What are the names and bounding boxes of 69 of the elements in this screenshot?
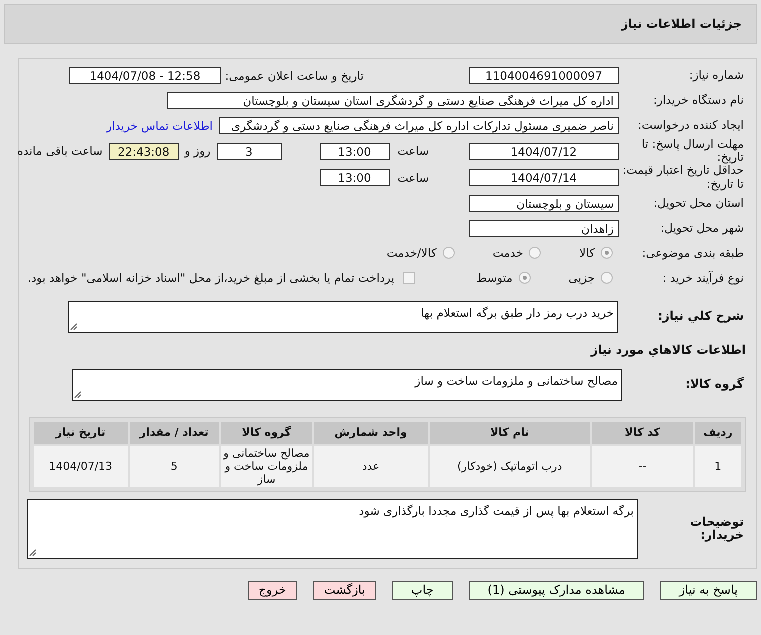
field-label: شرح کلي نياز:: [657, 310, 745, 324]
field-label: ساعت باقی مانده: [18, 144, 103, 158]
field-label: توضیحات خریدار:: [689, 516, 745, 544]
field-label: نوع فرآیند خرید :: [662, 272, 745, 285]
description-text: خرید درب رمز دار طبق برگه استعلام بها: [421, 306, 614, 320]
column-header: کد کالا: [592, 422, 694, 444]
announce-date-field: 1404/07/08 - 12:58: [69, 67, 222, 84]
field-label: استان محل تحویل:: [652, 196, 745, 210]
column-header: گروه کالا: [221, 422, 312, 444]
need-number-field: 1104004691000097: [469, 67, 619, 84]
city-field: زاهدان: [469, 220, 619, 237]
resize-grip-icon: [70, 322, 78, 331]
option-label: خدمت: [492, 246, 524, 260]
option-label: کالا: [579, 246, 595, 260]
field-label: ساعت: [398, 144, 429, 158]
requester-field: ناصر ضمیری مسئول تدارکات اداره کل میراث فرهنگی صنایع دستی و گردشگری: [219, 117, 619, 134]
option-label: متوسط: [476, 271, 513, 286]
column-header: واحد شمارش: [314, 422, 428, 444]
resize-grip-icon: [29, 549, 37, 558]
action-button[interactable]: پاسخ به نیاز: [660, 581, 757, 600]
action-button[interactable]: چاپ: [392, 581, 453, 600]
radio-button[interactable]: [518, 272, 531, 284]
radio-button[interactable]: [601, 247, 613, 260]
option-label: کالا/خدمت: [386, 246, 437, 260]
option-label: جزیی: [568, 271, 595, 286]
field-label: گروه کالا:: [684, 378, 745, 392]
field-label: تاریخ و ساعت اعلان عمومی:: [225, 68, 364, 82]
province-field: سیستان و بلوچستان: [469, 194, 619, 212]
page-title: جزئیات اطلاعات نیاز: [621, 17, 742, 31]
field-label: شهر محل تحویل:: [660, 222, 745, 235]
field-label: مهلت ارسال پاسخ: تا تاریخ:: [640, 138, 745, 164]
buyer-notes-text: برگه استعلام بها پس از قیمت گذاری مجددا بارگذاری شود: [359, 504, 634, 518]
table-cell: 1404/07/13: [34, 446, 128, 488]
checkbox[interactable]: [402, 272, 415, 284]
field-label: طبقه بندی موضوعی:: [641, 246, 745, 260]
table-cell: 1: [695, 446, 741, 488]
column-header: تاریخ نیاز: [34, 422, 128, 444]
deadline-time-field: 13:00: [320, 142, 390, 160]
validity-date-field: 1404/07/14: [469, 169, 619, 186]
action-button[interactable]: مشاهده مدارک پیوستی (1): [468, 581, 644, 600]
action-button[interactable]: خروج: [248, 581, 298, 600]
table-cell: عدد: [314, 446, 428, 488]
column-header: تعداد / مقدار: [130, 422, 219, 444]
countdown-field: 22:43:08: [108, 142, 179, 160]
table-cell: درب اتوماتیک (خودکار): [430, 446, 590, 488]
action-button[interactable]: بازگشت: [313, 581, 376, 600]
column-header: ردیف: [695, 422, 741, 444]
field-label: ایجاد کننده درخواست:: [637, 118, 745, 132]
column-header: نام کالا: [430, 422, 590, 444]
field-label: شماره نیاز:: [688, 68, 745, 82]
contact-link[interactable]: اطلاعات تماس خریدار: [106, 118, 213, 132]
field-label: حداقل تاریخ اعتبار قیمت: تا تاریخ:: [622, 164, 745, 191]
goods-group-text: مصالح ساختمانی و ملزومات ساخت و ساز: [415, 374, 618, 388]
buyer-org-field: اداره کل میراث فرهنگی صنایع دستی و گردشگری استان سیستان و بلوچستان: [167, 92, 619, 109]
days-field: 3: [216, 142, 282, 160]
field-label: نام دستگاه خریدار:: [652, 94, 745, 108]
validity-time-field: 13:00: [320, 169, 390, 186]
radio-button[interactable]: [442, 247, 455, 260]
field-label: روز و: [184, 144, 211, 158]
radio-button[interactable]: [601, 272, 613, 284]
payment-note: پرداخت تمام یا بخشی از مبلغ خرید،از محل "اسناد خزانه اسلامی" خواهد بود.: [28, 271, 395, 286]
field-label: ساعت: [398, 170, 429, 185]
table-cell: 5: [130, 446, 219, 488]
radio-button[interactable]: [529, 247, 542, 260]
deadline-date-field: 1404/07/12: [469, 142, 619, 160]
table-cell: --: [592, 446, 694, 488]
table-cell: مصالح ساختمانی و ملزومات ساخت و ساز: [221, 446, 312, 488]
section-heading: اطلاعات کالاهاي مورد نياز: [590, 342, 746, 357]
resize-grip-icon: [74, 390, 82, 399]
